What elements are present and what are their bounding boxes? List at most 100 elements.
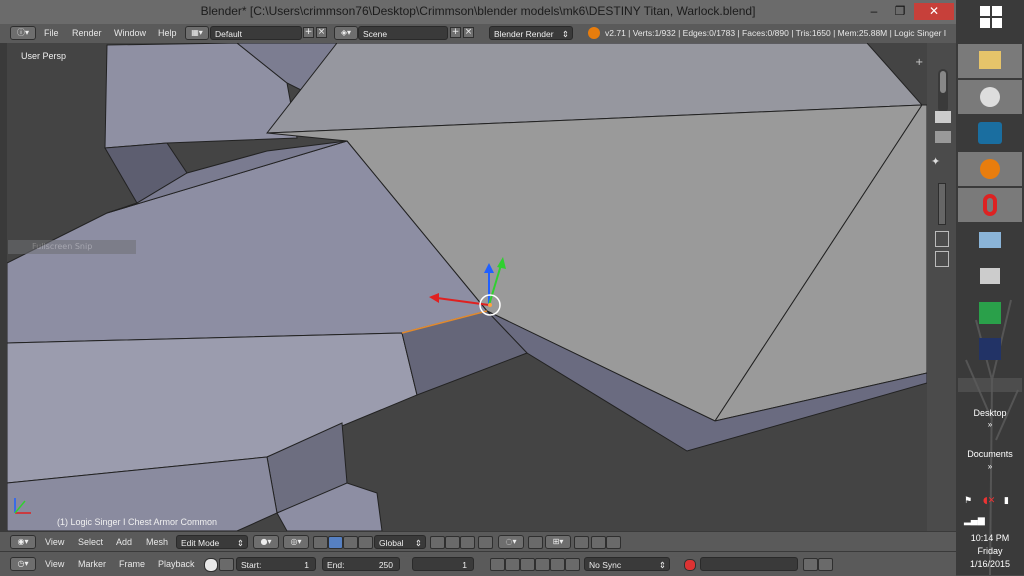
menu-select[interactable]: Select [78, 537, 103, 547]
viewport-expand-icon[interactable]: + [915, 57, 923, 68]
editor-type-icon[interactable]: ⓘ▾ [10, 26, 36, 40]
current-frame-field[interactable]: 1 [412, 557, 474, 571]
menu-add[interactable]: Add [116, 537, 132, 547]
insert-keyframe-icon[interactable] [803, 558, 818, 571]
photos-taskbar-item[interactable] [958, 224, 1022, 258]
pivot-icon[interactable]: ◎▾ [283, 535, 309, 549]
timeline-header: ◷▾ View Marker Frame Playback Start: 1 En… [0, 551, 956, 576]
scene-field[interactable]: Scene [358, 26, 448, 40]
game-app-taskbar-item[interactable] [958, 116, 1022, 150]
close-button[interactable]: ✕ [914, 3, 954, 20]
translate-icon[interactable] [328, 536, 343, 549]
restrict-frames-icon[interactable] [219, 558, 234, 571]
layer-icon[interactable] [574, 536, 589, 549]
shading-icon[interactable]: ●▾ [253, 535, 279, 549]
delete-keyframe-icon[interactable] [818, 558, 833, 571]
add-scene-button[interactable]: + [450, 27, 461, 38]
rotate-icon[interactable] [343, 536, 358, 549]
snipping-tool-taskbar-item[interactable] [958, 80, 1022, 114]
orientation-select[interactable]: Global ⇕ [374, 535, 426, 549]
timeline-menu-marker[interactable]: Marker [78, 559, 106, 569]
vertex-select-icon[interactable] [430, 536, 445, 549]
printer-taskbar-item[interactable] [958, 260, 1022, 294]
screen-layout-field[interactable]: Default [210, 26, 302, 40]
menu-window[interactable]: Window [114, 28, 146, 38]
scale-icon[interactable] [358, 536, 373, 549]
sync-select[interactable]: No Sync ⇕ [584, 557, 670, 571]
timeline-editor-icon[interactable]: ◷▾ [10, 557, 36, 571]
mode-select[interactable]: Edit Mode ⇕ [176, 535, 248, 549]
clock-date: 1/16/2015 [969, 559, 1011, 569]
jump-end-icon[interactable] [565, 558, 580, 571]
restore-button[interactable]: ❐ [888, 3, 912, 20]
chevron-down-icon[interactable]: » [956, 420, 1024, 429]
play-reverse-icon[interactable] [520, 558, 535, 571]
view3d-editor-icon[interactable]: ◉▾ [10, 535, 36, 549]
dropdown-arrows-icon: ⇕ [414, 538, 422, 548]
menu-mesh[interactable]: Mesh [146, 537, 168, 547]
sync-label: No Sync [589, 560, 622, 570]
preview-range-icon[interactable] [204, 558, 218, 572]
menu-help[interactable]: Help [158, 28, 177, 38]
timeline-menu-view[interactable]: View [45, 559, 64, 569]
chevron-down-icon[interactable]: » [956, 462, 1024, 471]
menu-file[interactable]: File [44, 28, 59, 38]
face-select-icon[interactable] [460, 536, 475, 549]
manipulator-toggle-icon[interactable] [313, 536, 328, 549]
edge-select-icon[interactable] [445, 536, 460, 549]
clock-time[interactable]: 10:14 PM [956, 533, 1024, 543]
snap-element-icon[interactable]: ⊞▾ [545, 535, 571, 549]
flag-icon[interactable]: ⚑ [964, 496, 972, 506]
green-app-taskbar-item[interactable] [958, 296, 1022, 330]
blender-taskbar-item[interactable] [958, 152, 1022, 186]
keying-set-field[interactable] [700, 557, 798, 571]
taskbar-separator [958, 378, 1022, 392]
tool-icon[interactable]: ✦ [931, 155, 951, 169]
menu-view[interactable]: View [45, 537, 64, 547]
view3d-header: ◉▾ View Select Add Mesh Edit Mode ⇕ ●▾ ◎▾… [0, 531, 956, 552]
timeline-menu-frame[interactable]: Frame [119, 559, 145, 569]
jump-keyframe-back-icon[interactable] [505, 558, 520, 571]
jump-start-icon[interactable] [490, 558, 505, 571]
render-engine-select[interactable]: Blender Render ⇕ [489, 26, 573, 40]
play-icon[interactable] [535, 558, 550, 571]
window-title: Blender* [C:\Users\crimmson76\Desktop\Cr… [200, 4, 756, 18]
3d-viewport[interactable]: User Persp Fullscreen Snip + (1) Logic S… [7, 43, 927, 531]
occlude-icon[interactable] [478, 536, 493, 549]
snap-icon[interactable] [528, 536, 543, 549]
screen-layout-icon[interactable]: ▦▾ [185, 26, 209, 40]
render-anim-icon[interactable] [606, 536, 621, 549]
view-toggle-icon[interactable] [935, 131, 951, 143]
end-frame-field[interactable]: End: 250 [322, 557, 400, 571]
desktop-toolbar-label[interactable]: Desktop [956, 408, 1024, 418]
remove-layout-icon[interactable]: × [316, 27, 327, 38]
windows-start-icon[interactable] [980, 6, 1002, 28]
battery-icon[interactable]: ▮ [1004, 496, 1009, 506]
documents-toolbar-label[interactable]: Documents [956, 449, 1024, 459]
volume-muted-icon[interactable]: ◖✕ [983, 496, 995, 506]
slider-handle[interactable] [938, 183, 946, 225]
file-explorer-taskbar-item[interactable] [958, 44, 1022, 78]
jump-keyframe-forward-icon[interactable] [550, 558, 565, 571]
remove-scene-icon[interactable]: × [463, 27, 474, 38]
pane-icon[interactable] [935, 231, 949, 247]
start-frame-value: 1 [304, 560, 309, 570]
start-frame-field[interactable]: Start: 1 [236, 557, 316, 571]
scene-icon[interactable]: ◈▾ [334, 26, 358, 40]
proportional-edit-icon[interactable]: ◌▾ [498, 535, 524, 549]
dropdown-arrows-icon: ⇕ [561, 29, 569, 39]
opera-taskbar-item[interactable] [958, 188, 1022, 222]
timeline-menu-playback[interactable]: Playback [158, 559, 195, 569]
add-layout-button[interactable]: + [303, 27, 314, 38]
split-icon[interactable] [935, 251, 949, 267]
menu-render[interactable]: Render [72, 28, 102, 38]
orientation-label: Global [379, 538, 404, 548]
network-icon[interactable]: ▂▄▆ [964, 516, 985, 526]
render-still-icon[interactable] [591, 536, 606, 549]
record-icon[interactable] [684, 559, 696, 571]
scrollbar-track[interactable] [938, 69, 948, 113]
region-toggle-icon[interactable] [935, 111, 951, 123]
minimize-button[interactable]: – [862, 3, 886, 20]
media-app-taskbar-item[interactable] [958, 332, 1022, 366]
3d-cursor-center [488, 303, 492, 307]
